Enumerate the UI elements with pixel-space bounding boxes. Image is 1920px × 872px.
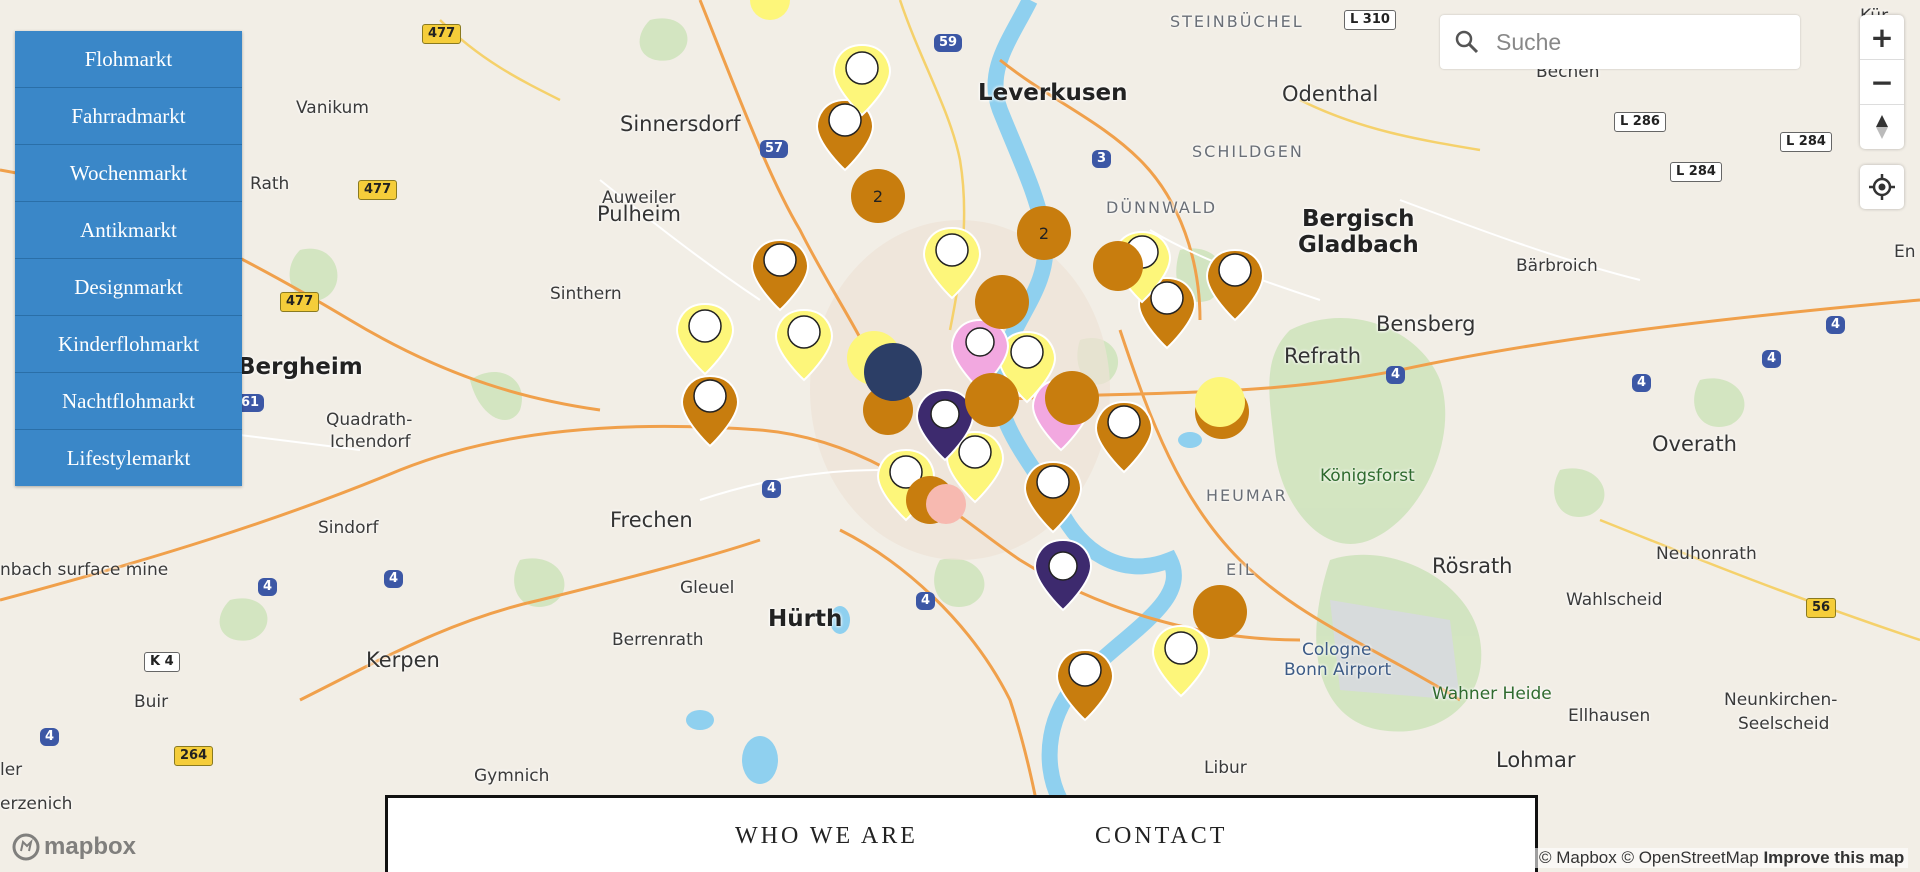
marker-layer xyxy=(676,0,1264,721)
menu-item-antikmarkt[interactable]: Antikmarkt xyxy=(15,202,242,259)
mapbox-logo-icon xyxy=(12,833,40,861)
menu-item-kinderflohmarkt[interactable]: Kinderflohmarkt xyxy=(15,316,242,373)
zoom-in-button[interactable]: + xyxy=(1860,15,1904,60)
menu-item-flohmarkt[interactable]: Flohmarkt xyxy=(15,31,242,88)
search-box xyxy=(1440,15,1800,69)
compass-button[interactable] xyxy=(1860,105,1904,149)
menu-item-nachtflohmarkt[interactable]: Nachtflohmarkt xyxy=(15,373,242,430)
search-input[interactable] xyxy=(1494,27,1788,57)
compass-icon xyxy=(1876,115,1888,139)
search-icon xyxy=(1452,30,1482,54)
geolocate-icon xyxy=(1869,174,1895,200)
map-attribution: © Mapbox © OpenStreetMap Improve this ma… xyxy=(1535,848,1909,868)
map-canvas[interactable]: Leverkusen Bergisch Gladbach Hürth Bergh… xyxy=(0,0,1920,872)
cluster-marker[interactable] xyxy=(1193,585,1247,639)
mapbox-logo-text: mapbox xyxy=(44,833,137,860)
cluster-marker[interactable] xyxy=(1045,371,1099,425)
footer-nav: WHO WE ARE CONTACT xyxy=(385,795,1538,872)
menu-item-designmarkt[interactable]: Designmarkt xyxy=(15,259,242,316)
zoom-out-button[interactable]: − xyxy=(1860,60,1904,105)
menu-item-fahrradmarkt[interactable]: Fahrradmarkt xyxy=(15,88,242,145)
mapbox-logo[interactable]: mapbox xyxy=(12,833,136,861)
cluster-count[interactable]: 2 xyxy=(851,169,905,223)
cluster-marker[interactable] xyxy=(965,373,1019,427)
improve-map-link[interactable]: Improve this map xyxy=(1763,848,1904,867)
menu-item-lifestylemarkt[interactable]: Lifestylemarkt xyxy=(15,430,242,486)
cluster-marker[interactable] xyxy=(975,275,1029,329)
cluster-count[interactable]: 2 xyxy=(1017,206,1071,260)
who-we-are-link[interactable]: WHO WE ARE xyxy=(735,823,918,850)
contact-link[interactable]: CONTACT xyxy=(1095,823,1227,850)
map-navigation-controls: + − xyxy=(1860,15,1904,149)
cluster-marker[interactable] xyxy=(1195,377,1245,427)
cluster-marker[interactable] xyxy=(864,343,922,401)
cluster-marker[interactable] xyxy=(1093,241,1143,291)
cluster-marker[interactable] xyxy=(926,484,966,524)
geolocate-button[interactable] xyxy=(1860,165,1904,209)
menu-item-wochenmarkt[interactable]: Wochenmarkt xyxy=(15,145,242,202)
cluster-marker[interactable] xyxy=(750,0,790,20)
category-menu: Flohmarkt Fahrradmarkt Wochenmarkt Antik… xyxy=(15,31,242,486)
attribution-text[interactable]: © Mapbox © OpenStreetMap xyxy=(1539,848,1759,867)
